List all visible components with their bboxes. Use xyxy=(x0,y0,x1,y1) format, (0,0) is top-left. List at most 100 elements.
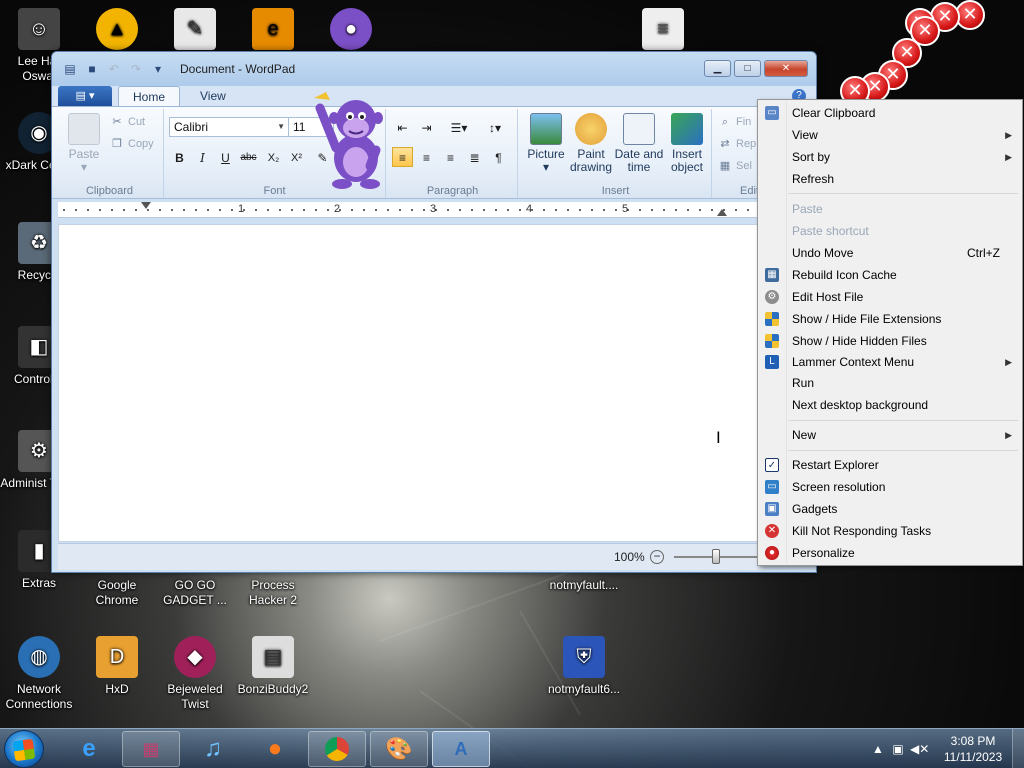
align-center-button[interactable]: ≡ xyxy=(416,147,437,167)
underline-button[interactable]: U xyxy=(215,147,236,167)
paste-button[interactable]: Paste ▾ xyxy=(62,113,106,174)
network-tray-icon[interactable]: ▣ xyxy=(890,741,906,757)
superscript-button[interactable]: X² xyxy=(286,147,307,167)
align-right-button[interactable]: ≡ xyxy=(440,147,461,167)
zoom-out-button[interactable]: − xyxy=(650,550,664,564)
indent-marker[interactable] xyxy=(141,202,151,209)
group-label: Insert xyxy=(601,185,630,197)
desktop-icon-network[interactable]: ◍ Network Connections xyxy=(0,636,78,712)
bold-button[interactable]: B xyxy=(169,147,190,167)
maximize-button[interactable]: □ xyxy=(734,60,761,77)
customize-qat-icon[interactable]: ▾ xyxy=(150,61,166,77)
tab-home[interactable]: Home xyxy=(118,86,181,107)
desktop-icon-top-4[interactable]: ● xyxy=(312,8,390,54)
paint-drawing-button[interactable]: Paint drawing xyxy=(568,113,614,174)
desktop-icon-chrome[interactable]: Google Chrome xyxy=(78,578,156,608)
insert-object-button[interactable]: Insert object xyxy=(664,113,710,174)
menu-item-show-hide-extensions[interactable]: Show / Hide File Extensions xyxy=(760,308,1020,330)
menu-item-clear-clipboard[interactable]: ▭ Clear Clipboard xyxy=(760,102,1020,124)
taskbar-winrar[interactable]: ▦ xyxy=(122,731,180,767)
picture-button[interactable]: Picture ▾ xyxy=(524,113,568,174)
group-label: Clipboard xyxy=(85,185,134,197)
menu-item-undo-move[interactable]: Undo Move Ctrl+Z xyxy=(760,242,1020,264)
taskbar-media[interactable]: ♫ xyxy=(184,731,242,767)
ruler[interactable]: 1 2 3 4 5 xyxy=(58,202,758,218)
ruler-number: 5 xyxy=(622,203,629,215)
menu-item-screen-resolution[interactable]: ▭ Screen resolution xyxy=(760,476,1020,498)
file-menu-button[interactable]: ▤ ▾ xyxy=(58,86,112,106)
taskbar-chrome[interactable] xyxy=(308,731,366,767)
right-indent-marker[interactable] xyxy=(717,209,727,216)
taskbar-firefox[interactable]: ● xyxy=(246,731,304,767)
date-time-button[interactable]: Date and time xyxy=(614,113,664,174)
desktop-icon-bonzibuddy[interactable]: ▤ BonziBuddy2 xyxy=(234,636,312,697)
justify-button[interactable]: ≣ xyxy=(464,147,485,167)
copy-button[interactable]: ❐ Copy xyxy=(110,137,154,151)
desktop-icon-label: Process Hacker 2 xyxy=(248,578,298,607)
strikethrough-button[interactable]: abc xyxy=(238,147,259,167)
replace-button[interactable]: ⇄ Rep xyxy=(718,137,756,151)
cut-button[interactable]: ✂ Cut xyxy=(110,115,145,129)
desktop-icon-process-hacker[interactable]: Process Hacker 2 xyxy=(234,578,312,608)
font-family-select[interactable]: Calibri ▼ xyxy=(169,117,289,137)
taskbar-ie[interactable]: e xyxy=(60,731,118,767)
menu-item-refresh[interactable]: Refresh xyxy=(760,168,1020,190)
notmyfault-icon: ⛨ xyxy=(563,636,605,678)
show-desktop-button[interactable] xyxy=(1012,729,1024,768)
minimize-button[interactable]: ▁ xyxy=(704,60,731,77)
menu-item-restart-explorer[interactable]: ✓ Restart Explorer xyxy=(760,454,1020,476)
save-icon[interactable]: ■ xyxy=(84,61,100,77)
paragraph-settings-icon[interactable]: ¶ xyxy=(488,147,509,167)
taskbar-wordpad[interactable]: A xyxy=(432,731,490,767)
undo-icon[interactable]: ↶ xyxy=(106,61,122,77)
tab-view[interactable]: View xyxy=(186,86,240,107)
start-button[interactable] xyxy=(4,730,44,768)
menu-item-show-hide-hidden-files[interactable]: Show / Hide Hidden Files xyxy=(760,330,1020,352)
menu-item-run[interactable]: Run xyxy=(760,372,1020,394)
desktop-icon-notmyfault-bottom[interactable]: ⛨ notmyfault6... xyxy=(536,636,632,697)
menu-item-gadgets[interactable]: ▣ Gadgets xyxy=(760,498,1020,520)
find-button[interactable]: ⌕ Fin xyxy=(718,115,751,129)
menu-item-new[interactable]: New ▶ xyxy=(760,424,1020,446)
menu-item-paste-shortcut[interactable]: Paste shortcut xyxy=(760,220,1020,242)
italic-button[interactable]: I xyxy=(192,147,213,167)
desktop-icon-notmyfault-top[interactable]: notmyfault.... xyxy=(536,578,632,593)
icon-cache-icon: ▦ xyxy=(765,268,779,282)
wordpad-window[interactable]: ▤ ■ ↶ ↷ ▾ Document - WordPad ▁ □ ✕ ▤ ▾ H… xyxy=(51,51,817,573)
menu-item-sort-by[interactable]: Sort by ▶ xyxy=(760,146,1020,168)
desktop-icon-top-3[interactable]: e xyxy=(234,8,312,54)
volume-muted-icon[interactable]: ◀✕ xyxy=(910,741,929,757)
menu-item-paste[interactable]: Paste xyxy=(760,198,1020,220)
menu-item-lammer-context-menu[interactable]: L Lammer Context Menu ▶ xyxy=(760,351,1020,373)
increase-indent-icon[interactable]: ⇥ xyxy=(416,117,437,137)
tray-expand-icon[interactable]: ▲ xyxy=(870,741,886,757)
zoom-slider-thumb[interactable] xyxy=(712,549,720,564)
desktop-icon-top-1[interactable]: ▲ xyxy=(78,8,156,54)
bullets-icon[interactable]: ☰▾ xyxy=(444,117,474,137)
desktop-icon-bejeweled[interactable]: ◆ Bejeweled Twist xyxy=(156,636,234,712)
desktop-icon-top-5[interactable]: ≡ xyxy=(624,8,702,54)
taskbar-paint[interactable]: 🎨 xyxy=(370,731,428,767)
clock[interactable]: 3:08 PM 11/11/2023 xyxy=(934,733,1012,765)
document-editor[interactable] xyxy=(58,224,764,542)
desktop-icon-top-2[interactable]: ✎ xyxy=(156,8,234,54)
menu-item-personalize[interactable]: ● Personalize xyxy=(760,542,1020,564)
desktop-icon-hxd[interactable]: D HxD xyxy=(78,636,156,697)
redo-icon[interactable]: ↷ xyxy=(128,61,144,77)
desktop-icon-gogo[interactable]: GO GO GADGET ... xyxy=(156,578,234,608)
menu-item-view[interactable]: View ▶ xyxy=(760,124,1020,146)
notepad-icon: ✎ xyxy=(174,8,216,50)
line-spacing-icon[interactable]: ↕▾ xyxy=(480,117,510,137)
menu-item-kill-not-responding[interactable]: ✕ Kill Not Responding Tasks xyxy=(760,520,1020,542)
status-bar: 100% − xyxy=(58,543,764,570)
desktop-icon-label: GO GO GADGET ... xyxy=(163,578,227,607)
subscript-button[interactable]: X₂ xyxy=(263,147,284,167)
close-button[interactable]: ✕ xyxy=(764,60,808,77)
menu-item-rebuild-icon-cache[interactable]: ▦ Rebuild Icon Cache xyxy=(760,264,1020,286)
select-all-button[interactable]: ▦ Sel xyxy=(718,159,752,173)
bonzi-buddy-character[interactable] xyxy=(312,78,396,190)
menu-item-edit-host-file[interactable]: ⚙ Edit Host File xyxy=(760,286,1020,308)
menu-item-next-desktop-background[interactable]: Next desktop background xyxy=(760,394,1020,416)
title-bar[interactable]: ▤ ■ ↶ ↷ ▾ Document - WordPad ▁ □ ✕ xyxy=(52,52,816,86)
picture-dropdown-icon: ▾ xyxy=(542,160,550,174)
